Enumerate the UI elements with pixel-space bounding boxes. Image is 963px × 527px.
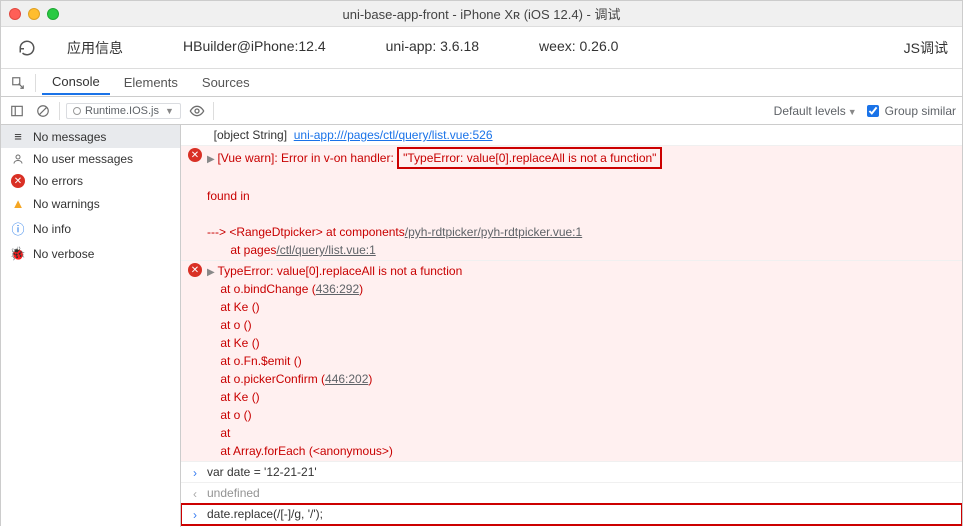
warning-icon: ▲ (11, 196, 25, 211)
live-expression-icon[interactable] (187, 101, 207, 121)
console-result-row: ‹ undefined (181, 483, 962, 504)
highlight-box: "TypeError: value[0].replaceAll is not a… (397, 147, 662, 169)
maximize-window-button[interactable] (47, 8, 59, 20)
console-input-row: › date.replace(/[-]/g, '/'); (181, 504, 962, 525)
sidebar-item-errors[interactable]: ✕ No errors (1, 170, 180, 192)
prompt-icon: › (193, 464, 197, 482)
sidebar-item-warnings[interactable]: ▲ No warnings (1, 192, 180, 215)
console-error-row: ✕ ▶ TypeError: value[0].replaceAll is no… (181, 261, 962, 462)
inspect-icon[interactable] (7, 72, 29, 94)
clear-console-icon[interactable] (33, 101, 53, 121)
sidebar-item-messages[interactable]: ≡ No messages (1, 125, 180, 148)
tab-sources[interactable]: Sources (192, 71, 260, 94)
builder-label: HBuilder@iPhone:12.4 (183, 38, 326, 58)
chevron-down-icon: ▼ (165, 106, 174, 116)
source-link[interactable]: /ctl/query/list.vue:1 (276, 243, 375, 257)
context-name: Runtime.IOS.js (85, 105, 159, 117)
prompt-icon: › (193, 506, 197, 524)
app-info-label[interactable]: 应用信息 (67, 38, 123, 58)
sidebar-item-info[interactable]: ⓘ No info (1, 215, 180, 242)
source-link[interactable]: 446:202 (325, 372, 368, 386)
info-icon: ⓘ (11, 219, 25, 238)
reload-icon (18, 39, 36, 57)
messages-icon: ≡ (11, 129, 25, 144)
tab-console[interactable]: Console (42, 70, 110, 95)
error-icon: ✕ (11, 174, 25, 188)
close-window-button[interactable] (9, 8, 21, 20)
console-error-row: ✕ ▶ [Vue warn]: Error in v-on handler: "… (181, 146, 962, 261)
return-icon: ‹ (193, 485, 197, 503)
devtools-tabs: Console Elements Sources (1, 69, 962, 97)
expand-icon[interactable]: ▶ (207, 154, 217, 165)
group-similar-label: Group similar (885, 104, 956, 118)
reload-button[interactable] (15, 36, 39, 60)
jsdebug-label[interactable]: JS调试 (884, 38, 948, 58)
console-log-row: [object String] uni-app:///pages/ctl/que… (181, 125, 962, 146)
source-link[interactable]: /pyh-rdtpicker/pyh-rdtpicker.vue:1 (405, 225, 582, 239)
filter-input[interactable] (220, 101, 764, 121)
group-similar-checkbox[interactable] (867, 105, 879, 117)
sidebar-item-label: No verbose (33, 247, 94, 261)
sidebar-item-label: No info (33, 222, 71, 236)
sidebar-item-verbose[interactable]: 🐞 No verbose (1, 242, 180, 266)
chevron-down-icon: ▼ (848, 107, 857, 117)
console-output[interactable]: [object String] uni-app:///pages/ctl/que… (181, 125, 962, 527)
info-bar: 应用信息 HBuilder@iPhone:12.4 uni-app: 3.6.1… (1, 27, 962, 69)
console-sidebar: ≡ No messages No user messages ✕ No erro… (1, 125, 181, 527)
sidebar-item-label: No user messages (33, 152, 133, 166)
window-controls (9, 8, 59, 20)
error-icon: ✕ (188, 263, 202, 277)
sidebar-item-label: No warnings (33, 197, 100, 211)
console-toolbar: Runtime.IOS.js ▼ Default levels▼ Group s… (1, 97, 962, 125)
window-titlebar: uni-base-app-front - iPhone Xʀ (iOS 12.4… (1, 1, 962, 27)
expand-icon[interactable]: ▶ (207, 267, 217, 278)
user-icon (11, 153, 25, 165)
window-title: uni-base-app-front - iPhone Xʀ (iOS 12.4… (1, 4, 962, 23)
context-dot-icon (73, 107, 81, 115)
minimize-window-button[interactable] (28, 8, 40, 20)
sidebar-item-user-messages[interactable]: No user messages (1, 148, 180, 170)
toggle-sidebar-icon[interactable] (7, 101, 27, 121)
weex-version-label: weex: 0.26.0 (539, 38, 618, 58)
sidebar-item-label: No errors (33, 174, 83, 188)
uniapp-version-label: uni-app: 3.6.18 (386, 38, 479, 58)
levels-selector[interactable]: Default levels▼ (770, 104, 861, 118)
context-selector[interactable]: Runtime.IOS.js ▼ (66, 103, 181, 119)
source-link[interactable]: 436:292 (316, 282, 359, 296)
error-icon: ✕ (188, 148, 202, 162)
console-input-row: › var date = '12-21-21' (181, 462, 962, 483)
source-link[interactable]: uni-app:///pages/ctl/query/list.vue:526 (294, 128, 493, 142)
sidebar-item-label: No messages (33, 130, 106, 144)
bug-icon: 🐞 (11, 246, 25, 262)
tab-elements[interactable]: Elements (114, 71, 188, 94)
